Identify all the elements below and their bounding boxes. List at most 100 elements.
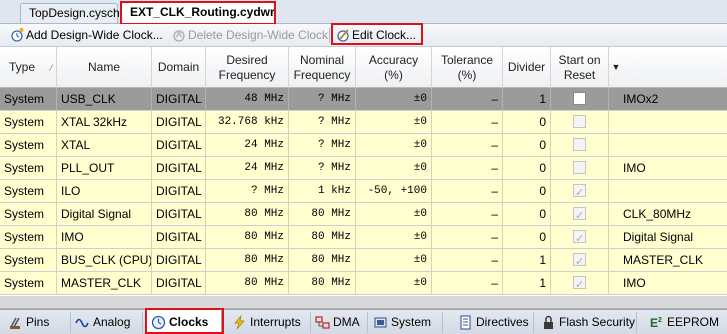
bottom-tab-strip: Pins Analog Clocks Interrupts DMA System… <box>0 309 727 334</box>
cell-nominal: 80 MHz <box>289 203 356 225</box>
table-row[interactable]: System XTAL DIGITAL 24 MHz? MHz ±0–0 <box>0 134 727 157</box>
cell-desired: 24 MHz <box>206 134 289 156</box>
cell-divider: 0 <box>503 203 551 225</box>
start-on-reset-checkbox[interactable] <box>573 161 586 174</box>
table-row[interactable]: SystemMASTER_CLKDIGITAL80 MHz80 MHz±0–1I… <box>0 272 727 295</box>
cell-source: IMO <box>623 161 646 175</box>
start-on-reset-checkbox[interactable] <box>573 92 586 105</box>
table-row[interactable]: System USB_CLK DIGITAL 48 MHz? MHz ±0–1 IMOx2 <box>0 88 727 111</box>
cell-start <box>551 180 609 202</box>
clocks-table: Type ⁄ Name Domain Desired Frequency Nom… <box>0 47 727 296</box>
dropdown-arrow-icon: ▼ <box>611 62 621 72</box>
cell-divider: 1 <box>503 249 551 271</box>
tab-dma[interactable]: DMA <box>311 312 368 333</box>
tab-pins[interactable]: Pins <box>4 312 71 333</box>
cell-type: System <box>0 272 57 294</box>
cell-desired: 80 MHz <box>206 272 289 294</box>
col-header-domain[interactable]: Domain <box>152 47 206 88</box>
cell-start <box>551 226 609 248</box>
eeprom-icon: E2 <box>650 316 662 330</box>
col-header-divider[interactable]: Divider <box>503 47 551 88</box>
col-header-desired-frequency[interactable]: Desired Frequency <box>206 47 289 88</box>
empty-panel-area <box>0 296 727 309</box>
col-header-type[interactable]: Type ⁄ <box>0 47 57 88</box>
start-on-reset-checkbox[interactable] <box>573 251 586 271</box>
start-on-reset-checkbox[interactable] <box>573 182 586 202</box>
tab-directives[interactable]: Directives <box>454 312 534 333</box>
col-header-name-label: Name <box>87 60 120 74</box>
tab-interrupts[interactable]: Interrupts <box>228 312 311 333</box>
col-header-start-label: Start on Reset <box>558 52 601 82</box>
cell-nominal: 80 MHz <box>289 226 356 248</box>
start-on-reset-checkbox[interactable] <box>573 138 586 151</box>
table-row[interactable]: System PLL_OUT DIGITAL 24 MHz? MHz ±0–0 IMO <box>0 157 727 180</box>
cell-domain: DIGITAL <box>152 88 206 110</box>
cell-accuracy: ±0 <box>356 226 432 248</box>
cell-accuracy: ±0 <box>356 272 432 294</box>
cell-desired: ? MHz <box>206 180 289 202</box>
clock-toolbar: Add Design-Wide Clock... Delete Design-W… <box>0 24 727 47</box>
delete-design-wide-clock-button[interactable]: Delete Design-Wide Clock <box>170 26 328 45</box>
cell-name: IMO <box>57 226 152 248</box>
pins-icon <box>10 317 20 329</box>
tab-system-label: System <box>391 315 432 329</box>
cell-nominal: ? MHz <box>289 88 356 110</box>
cell-source: CLK_80MHz <box>623 207 692 221</box>
cell-domain: DIGITAL <box>152 111 206 133</box>
tab-system[interactable]: System <box>369 312 443 333</box>
cell-divider: 1 <box>503 272 551 294</box>
table-row[interactable]: SystemIMODIGITAL80 MHz80 MHz±0–0Digital … <box>0 226 727 249</box>
tab-clocks-label: Clocks <box>169 315 209 329</box>
cell-tolerance: – <box>432 226 503 248</box>
system-icon <box>374 317 387 328</box>
col-header-divider-label: Divider <box>507 60 546 74</box>
col-header-accuracy[interactable]: Accuracy (%) <box>356 47 432 88</box>
cell-nominal: 80 MHz <box>289 272 356 294</box>
start-on-reset-checkbox[interactable] <box>573 205 586 225</box>
table-row[interactable]: System ILO DIGITAL? MHz 1 kHz -50, +100–0 <box>0 180 727 203</box>
start-on-reset-checkbox[interactable] <box>573 274 586 294</box>
col-header-tolerance[interactable]: Tolerance (%) <box>432 47 503 88</box>
cell-type: System <box>0 88 57 110</box>
tab-eeprom[interactable]: E2 EEPROM <box>645 312 725 333</box>
tab-analog-label: Analog <box>93 315 131 329</box>
edit-clock-icon <box>337 29 349 42</box>
table-row[interactable]: System Digital Signal DIGITAL 80 MHz 80 MHz ±… <box>0 203 727 226</box>
table-row[interactable]: System BUS_CLK (CPU) DIGITAL 80 MHz 80 MHz ±0… <box>0 249 727 272</box>
cell-start <box>551 157 609 179</box>
cell-accuracy: -50, +100 <box>356 180 432 202</box>
cell-type: System <box>0 134 57 156</box>
col-header-nominal-frequency[interactable]: Nominal Frequency <box>289 47 356 88</box>
cell-start <box>551 272 609 294</box>
tab-flash-security[interactable]: Flash Security <box>537 312 637 333</box>
tab-flash-security-label: Flash Security <box>559 315 636 329</box>
cell-type: System <box>0 157 57 179</box>
tab-pins-label: Pins <box>26 315 50 329</box>
start-on-reset-checkbox[interactable] <box>573 228 586 248</box>
cell-accuracy: ±0 <box>356 203 432 225</box>
col-header-name[interactable]: Name <box>57 47 152 88</box>
cell-source: MASTER_CLK <box>623 253 704 267</box>
start-on-reset-checkbox[interactable] <box>573 115 586 128</box>
col-header-start-on-reset[interactable]: Start on Reset <box>551 47 609 88</box>
cell-divider: 0 <box>503 111 551 133</box>
tab-analog[interactable]: Analog <box>71 312 143 333</box>
add-design-wide-clock-button[interactable]: Add Design-Wide Clock... <box>8 26 163 45</box>
cell-source: Digital Signal <box>623 230 694 244</box>
cell-divider: 0 <box>503 134 551 156</box>
tab-topdesign[interactable]: TopDesign.cysch <box>20 3 120 23</box>
cell-start <box>551 134 609 156</box>
col-header-accuracy-label: Accuracy (%) <box>368 52 419 82</box>
cell-name: MASTER_CLK <box>57 272 152 294</box>
svg-text:E: E <box>650 316 658 330</box>
column-filter-dropdown[interactable]: ▼ <box>609 47 623 88</box>
cell-accuracy: ±0 <box>356 134 432 156</box>
cell-divider: 1 <box>503 88 551 110</box>
tab-ext-clk-routing[interactable]: EXT_CLK_Routing.cydwr <box>121 2 275 24</box>
tab-clocks[interactable]: Clocks <box>146 310 222 334</box>
cell-name: XTAL <box>57 134 152 156</box>
cell-start <box>551 249 609 271</box>
cell-nominal: 80 MHz <box>289 249 356 271</box>
edit-clock-button[interactable]: Edit Clock... <box>334 26 416 45</box>
table-row[interactable]: System XTAL 32kHz DIGITAL 32.768 kHz? MHz ±0… <box>0 111 727 134</box>
